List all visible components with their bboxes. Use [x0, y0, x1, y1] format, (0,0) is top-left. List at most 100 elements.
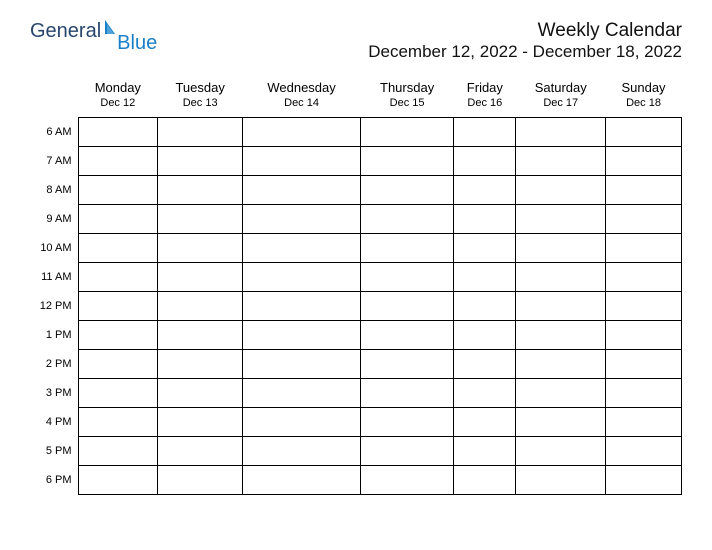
- calendar-cell[interactable]: [516, 349, 606, 378]
- calendar-cell[interactable]: [78, 175, 158, 204]
- calendar-cell[interactable]: [360, 117, 453, 146]
- calendar-cell[interactable]: [606, 262, 682, 291]
- calendar-cell[interactable]: [516, 407, 606, 436]
- calendar-cell[interactable]: [516, 175, 606, 204]
- calendar-cell[interactable]: [516, 233, 606, 262]
- time-label: 6 AM: [30, 117, 78, 146]
- calendar-cell[interactable]: [606, 204, 682, 233]
- calendar-cell[interactable]: [454, 349, 516, 378]
- calendar-cell[interactable]: [454, 378, 516, 407]
- calendar-cell[interactable]: [516, 262, 606, 291]
- calendar-cell[interactable]: [243, 146, 361, 175]
- calendar-cell[interactable]: [243, 175, 361, 204]
- calendar-cell[interactable]: [454, 146, 516, 175]
- calendar-cell[interactable]: [243, 407, 361, 436]
- calendar-cell[interactable]: [454, 175, 516, 204]
- calendar-cell[interactable]: [606, 349, 682, 378]
- calendar-cell[interactable]: [516, 436, 606, 465]
- logo: General Blue: [30, 20, 165, 43]
- calendar-cell[interactable]: [606, 320, 682, 349]
- calendar-cell[interactable]: [243, 117, 361, 146]
- calendar-cell[interactable]: [516, 146, 606, 175]
- calendar-cell[interactable]: [243, 378, 361, 407]
- calendar-cell[interactable]: [360, 349, 453, 378]
- calendar-cell[interactable]: [78, 436, 158, 465]
- calendar-cell[interactable]: [243, 233, 361, 262]
- calendar-cell[interactable]: [78, 465, 158, 494]
- calendar-cell[interactable]: [158, 465, 243, 494]
- calendar-cell[interactable]: [360, 204, 453, 233]
- calendar-cell[interactable]: [516, 291, 606, 320]
- calendar-cell[interactable]: [243, 291, 361, 320]
- calendar-cell[interactable]: [606, 465, 682, 494]
- calendar-cell[interactable]: [158, 146, 243, 175]
- calendar-cell[interactable]: [158, 291, 243, 320]
- calendar-cell[interactable]: [516, 378, 606, 407]
- time-label: 4 PM: [30, 407, 78, 436]
- calendar-cell[interactable]: [360, 175, 453, 204]
- calendar-cell[interactable]: [158, 175, 243, 204]
- calendar-cell[interactable]: [78, 291, 158, 320]
- calendar-cell[interactable]: [360, 465, 453, 494]
- calendar-cell[interactable]: [454, 291, 516, 320]
- calendar-cell[interactable]: [454, 320, 516, 349]
- calendar-cell[interactable]: [516, 465, 606, 494]
- calendar-cell[interactable]: [606, 175, 682, 204]
- calendar-cell[interactable]: [516, 117, 606, 146]
- calendar-cell[interactable]: [360, 320, 453, 349]
- time-label: 11 AM: [30, 262, 78, 291]
- calendar-cell[interactable]: [78, 262, 158, 291]
- calendar-cell[interactable]: [606, 146, 682, 175]
- calendar-cell[interactable]: [360, 233, 453, 262]
- time-label: 12 PM: [30, 291, 78, 320]
- calendar-cell[interactable]: [516, 320, 606, 349]
- calendar-cell[interactable]: [243, 465, 361, 494]
- calendar-cell[interactable]: [360, 436, 453, 465]
- calendar-cell[interactable]: [454, 262, 516, 291]
- calendar-cell[interactable]: [454, 407, 516, 436]
- calendar-cell[interactable]: [158, 117, 243, 146]
- calendar-cell[interactable]: [606, 378, 682, 407]
- calendar-cell[interactable]: [606, 407, 682, 436]
- calendar-cell[interactable]: [360, 407, 453, 436]
- calendar-cell[interactable]: [158, 204, 243, 233]
- calendar-cell[interactable]: [360, 146, 453, 175]
- calendar-cell[interactable]: [78, 407, 158, 436]
- hour-row: 5 PM: [30, 436, 682, 465]
- calendar-cell[interactable]: [78, 320, 158, 349]
- calendar-cell[interactable]: [243, 320, 361, 349]
- calendar-cell[interactable]: [243, 349, 361, 378]
- calendar-cell[interactable]: [158, 262, 243, 291]
- calendar-cell[interactable]: [606, 436, 682, 465]
- calendar-cell[interactable]: [606, 233, 682, 262]
- calendar-cell[interactable]: [243, 204, 361, 233]
- calendar-cell[interactable]: [78, 233, 158, 262]
- calendar-cell[interactable]: [158, 349, 243, 378]
- calendar-cell[interactable]: [78, 378, 158, 407]
- calendar-cell[interactable]: [360, 262, 453, 291]
- calendar-cell[interactable]: [158, 320, 243, 349]
- calendar-cell[interactable]: [243, 436, 361, 465]
- calendar-cell[interactable]: [606, 117, 682, 146]
- calendar-cell[interactable]: [78, 146, 158, 175]
- calendar-cell[interactable]: [78, 117, 158, 146]
- calendar-cell[interactable]: [360, 291, 453, 320]
- calendar-cell[interactable]: [158, 233, 243, 262]
- calendar-cell[interactable]: [454, 117, 516, 146]
- calendar-cell[interactable]: [360, 378, 453, 407]
- hour-row: 4 PM: [30, 407, 682, 436]
- calendar-cell[interactable]: [78, 349, 158, 378]
- calendar-cell[interactable]: [158, 436, 243, 465]
- calendar-cell[interactable]: [454, 204, 516, 233]
- calendar-cell[interactable]: [158, 378, 243, 407]
- calendar-cell[interactable]: [158, 407, 243, 436]
- calendar-cell[interactable]: [516, 204, 606, 233]
- time-label: 8 AM: [30, 175, 78, 204]
- title-block: Weekly Calendar December 12, 2022 - Dece…: [368, 20, 682, 62]
- calendar-cell[interactable]: [243, 262, 361, 291]
- calendar-cell[interactable]: [454, 233, 516, 262]
- calendar-cell[interactable]: [606, 291, 682, 320]
- calendar-cell[interactable]: [454, 465, 516, 494]
- calendar-cell[interactable]: [78, 204, 158, 233]
- calendar-cell[interactable]: [454, 436, 516, 465]
